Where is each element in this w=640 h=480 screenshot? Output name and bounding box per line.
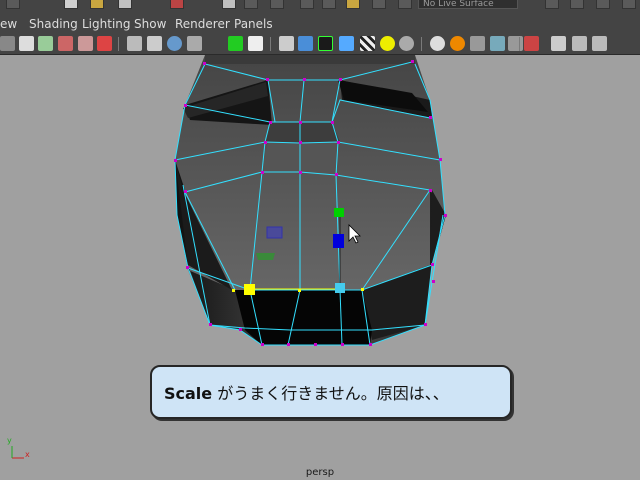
new-scene-icon[interactable] (64, 0, 78, 9)
grid-icon[interactable] (78, 36, 93, 51)
hardware-texture-icon[interactable] (360, 36, 375, 51)
menu-view[interactable]: ew (0, 17, 17, 31)
select-mode-icon[interactable] (170, 0, 184, 9)
layout-quad-icon[interactable] (572, 36, 587, 51)
bookmark-icon[interactable] (38, 36, 53, 51)
select-tool-icon[interactable] (222, 0, 236, 9)
history-icon[interactable] (398, 0, 412, 9)
snap-plane-icon[interactable] (346, 0, 360, 9)
polygon-mesh[interactable] (175, 55, 446, 345)
caption-bold: Scale (164, 384, 213, 403)
top-status-strip: No Live Surface (0, 0, 640, 14)
motion-blur-icon[interactable] (490, 36, 505, 51)
lasso-tool-icon[interactable] (244, 0, 258, 9)
checker-texture-icon[interactable] (298, 36, 313, 51)
scale-y-handle (334, 208, 344, 217)
resolution-gate-icon[interactable] (127, 36, 142, 51)
select-camera-icon[interactable] (0, 36, 15, 51)
safe-action-icon[interactable] (147, 36, 162, 51)
image-plane-icon[interactable] (58, 36, 73, 51)
hypershade-icon[interactable] (622, 0, 636, 9)
film-gate-icon[interactable] (97, 36, 112, 51)
default-material-icon[interactable] (279, 36, 294, 51)
axis-indicator: x y (4, 436, 36, 464)
toolbar-separator (421, 37, 422, 51)
camera-attributes-icon[interactable] (19, 36, 34, 51)
scale-z-handle (333, 234, 344, 248)
caption-bubble: Scale がうまく行きません。原因は、、 (150, 365, 512, 419)
open-scene-icon[interactable] (90, 0, 104, 9)
menu-renderer[interactable]: Renderer (175, 17, 230, 31)
default-lighting-icon[interactable] (318, 36, 333, 51)
axis-y-label: y (7, 436, 12, 445)
caption-text: Scale がうまく行きません。原因は、、 (164, 380, 449, 404)
scale-x-handle (244, 284, 255, 295)
make-live-icon[interactable] (372, 0, 386, 9)
save-scene-icon[interactable] (118, 0, 132, 9)
render-settings-icon[interactable] (596, 0, 610, 9)
depth-of-field-icon[interactable] (524, 36, 539, 51)
axis-x-label: x (25, 450, 30, 459)
isolate-select-icon[interactable] (399, 36, 414, 51)
render-icon[interactable] (545, 0, 559, 9)
toolbar-separator (118, 37, 119, 51)
snap-point-icon[interactable] (322, 0, 336, 9)
wireframe-icon[interactable] (187, 36, 202, 51)
xray-icon[interactable] (430, 36, 445, 51)
menu-show[interactable]: Show (134, 17, 166, 31)
panel-toolbar (0, 34, 640, 55)
camera-name-label: persp (0, 467, 640, 478)
toolbar-separator (270, 37, 271, 51)
status-icon[interactable] (6, 0, 20, 9)
smooth-shade-icon[interactable] (228, 36, 243, 51)
sidebar-toggle-icon[interactable] (592, 36, 607, 51)
scale-center-handle (335, 283, 345, 293)
ambient-occlusion-icon[interactable] (380, 36, 395, 51)
live-surface-field[interactable]: No Live Surface (418, 0, 518, 9)
wireframe-on-shaded-icon[interactable] (248, 36, 263, 51)
layout-single-icon[interactable] (551, 36, 566, 51)
menu-panels[interactable]: Panels (234, 17, 273, 31)
toolbar-separator (519, 37, 520, 51)
field-chart-icon[interactable] (167, 36, 182, 51)
menu-lighting[interactable]: Lighting (82, 17, 131, 31)
panel-menu-bar: ew Shading Lighting Show Renderer Panels (0, 14, 640, 34)
menu-shading[interactable]: Shading (29, 17, 78, 31)
scale-plane-handle (266, 226, 283, 239)
caption-rest: がうまく行きません。原因は、、 (212, 384, 449, 403)
camera-name: persp (305, 467, 335, 478)
camera-nav-icon[interactable] (470, 36, 485, 51)
xray-joints-icon[interactable] (450, 36, 465, 51)
scale-plane-handle-green (256, 253, 275, 260)
ipr-render-icon[interactable] (570, 0, 584, 9)
shadows-icon[interactable] (339, 36, 354, 51)
antialias-icon[interactable] (508, 36, 523, 51)
snap-grid-icon[interactable] (270, 0, 284, 9)
snap-curve-icon[interactable] (300, 0, 314, 9)
